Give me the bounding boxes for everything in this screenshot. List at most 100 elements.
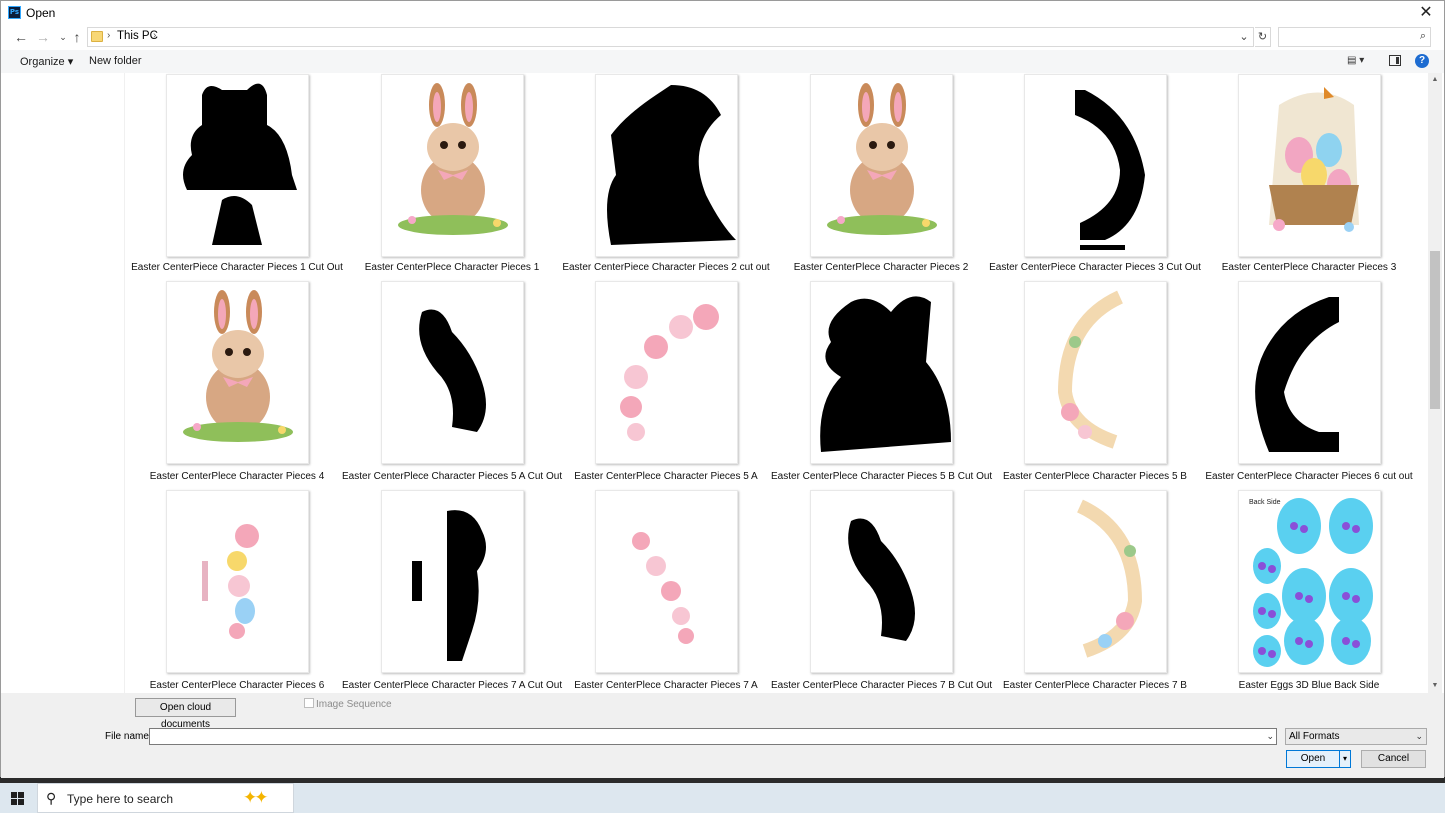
file-name: Easter CenterPlece Character Pieces 5 B … [771,471,993,482]
file-item[interactable]: Easter CenterPlece Character Pieces 6 cu… [1205,281,1413,492]
close-icon[interactable]: ✕ [1414,3,1438,22]
breadcrumb-this-pc[interactable]: This PC [117,30,158,42]
file-thumbnail[interactable] [381,490,524,673]
chevron-right-icon[interactable]: › [153,30,156,41]
file-item[interactable]: Easter CenterPlece Character Pieces 5 B [995,281,1195,492]
file-name: Easter CenterPlece Character Pieces 3 [1221,262,1397,273]
file-name: Easter CenterPlece Character Pieces 1 [364,262,540,273]
file-name: Easter CenterPlece Character Pieces 7 A … [342,680,563,691]
silhouette-thumbnail-image [1255,297,1339,452]
file-item[interactable]: Easter CenterPlece Character Pieces 3 [1209,73,1409,283]
file-name: Easter CenterPiece Character Pieces 3 Cu… [989,262,1201,273]
new-folder-button[interactable]: New folder [89,55,142,67]
file-name: Easter CenterPlece Character Pieces 7 B [1003,680,1187,691]
cancel-button[interactable]: Cancel [1361,750,1426,768]
search-icon: ⚲ [46,790,57,806]
windows-start-icon[interactable] [11,792,24,805]
view-options-icon[interactable]: ▤ ▾ [1347,55,1373,69]
arrow-up-icon[interactable]: ↑ [69,29,85,45]
scroll-up-icon[interactable]: ▲ [1428,73,1442,87]
photoshop-icon: Ps [8,6,21,19]
sparkle-icon: ✦✦ [243,788,268,807]
thumbnail-caption: Back Side [1249,499,1281,506]
file-thumbnail[interactable] [595,74,738,257]
taskbar: ⚲ Type here to search ✦✦ [0,783,1445,813]
open-cloud-documents-button[interactable]: Open cloud documents [135,698,236,730]
file-thumbnail[interactable] [381,74,524,257]
file-thumbnail[interactable] [166,74,309,257]
open-button[interactable]: Open ▾ [1286,750,1351,768]
file-grid: Easter CenterPiece Character Pieces 1 Cu… [126,73,1428,693]
address-row: ← → ⌄ ↑ › This PC › ⌄ ↻ ⌕ [1,25,1444,49]
file-format-value: All Formats [1289,731,1340,742]
basket-thumbnail-image [1269,87,1359,232]
silhouette-thumbnail-image [412,510,486,661]
open-options-icon[interactable]: ▾ [1339,751,1350,767]
search-input[interactable]: ⌕ [1278,27,1431,47]
file-thumbnail[interactable] [810,281,953,464]
search-icon: ⌕ [1419,30,1426,42]
file-thumbnail[interactable] [595,490,738,673]
arrow-right-icon[interactable]: → [35,29,51,45]
footer-panel: Open cloud documents Image Sequence File… [1,693,1444,778]
taskbar-search[interactable]: ⚲ Type here to search ✦✦ [37,783,294,813]
file-name: Easter CenterPlece Character Pieces 5 A … [342,471,563,482]
scroll-thumb[interactable] [1430,251,1440,409]
file-item[interactable]: Easter CenterPlece Character Pieces 1 [352,73,552,283]
file-name: Easter Eggs 3D Blue Back Side [1238,680,1380,691]
file-item[interactable]: Back Side Easter Eggs 3D Blue Back Side [1209,490,1409,693]
file-thumbnail[interactable] [1238,281,1381,464]
silhouette-thumbnail-image [1075,90,1145,250]
navigation-pane[interactable] [7,73,125,693]
chevron-down-icon[interactable]: ⌄ [1266,729,1274,744]
address-bar[interactable]: › This PC › ⌄ [87,27,1254,47]
silhouette-thumbnail-image [820,296,951,452]
file-item[interactable]: Easter CenterPiece Character Pieces 3 Cu… [989,73,1201,283]
file-thumbnail[interactable] [1024,490,1167,673]
file-thumbnail[interactable] [1238,74,1381,257]
file-thumbnail[interactable] [166,281,309,464]
file-item[interactable]: Easter CenterPlece Character Pieces 7 B … [771,490,992,693]
file-thumbnail[interactable] [166,490,309,673]
checkbox-box[interactable] [304,698,314,708]
file-item[interactable]: Easter CenterPiece Character Pieces 2 cu… [562,73,770,283]
file-thumbnail[interactable] [810,74,953,257]
file-item[interactable]: Easter CenterPlece Character Pieces 4 [137,281,337,492]
file-thumbnail[interactable] [381,281,524,464]
command-toolbar: Organize ▾ New folder ▤ ▾ ? [1,50,1444,73]
chevron-down-icon: ⌄ [1415,731,1423,741]
file-item[interactable]: Easter CenterPlece Character Pieces 5 A [566,281,766,492]
refresh-icon[interactable]: ↻ [1255,27,1271,47]
file-thumbnail[interactable] [810,490,953,673]
help-icon[interactable]: ? [1415,54,1429,68]
file-name-input[interactable]: ⌄ [149,728,1277,745]
file-thumbnail[interactable] [1024,74,1167,257]
file-thumbnail[interactable] [595,281,738,464]
file-thumbnail[interactable]: Back Side [1238,490,1381,673]
organize-button[interactable]: Organize ▾ [20,55,73,68]
floral-thumbnail-image [202,524,259,639]
taskbar-search-text: Type here to search [67,792,174,806]
file-item[interactable]: Easter CenterPlece Character Pieces 5 B … [771,281,992,492]
scroll-down-icon[interactable]: ▼ [1428,679,1442,693]
image-sequence-label: Image Sequence [316,699,392,710]
file-format-select[interactable]: All Formats ⌄ [1285,728,1427,745]
file-item[interactable]: Easter CenterPlece Character Pieces 6 [137,490,337,693]
file-name: Easter CenterPlece Character Pieces 6 [149,680,325,691]
silhouette-thumbnail-image [607,85,736,245]
file-name: Easter CenterPlece Character Pieces 5 B [1003,471,1187,482]
file-item[interactable]: Easter CenterPlece Character Pieces 7 A … [342,490,562,693]
file-thumbnail[interactable] [1024,281,1167,464]
vertical-scrollbar[interactable]: ▲ ▼ [1428,73,1442,693]
file-item[interactable]: Easter CenterPlece Character Pieces 7 B [995,490,1195,693]
file-item[interactable]: Easter CenterPlece Character Pieces 5 A … [342,281,562,492]
image-sequence-checkbox[interactable]: Image Sequence [304,698,392,710]
preview-pane-icon[interactable] [1389,55,1401,66]
file-item[interactable]: Easter CenterPlece Character Pieces 2 [781,73,981,283]
file-item[interactable]: Easter CenterPiece Character Pieces 1 Cu… [131,73,343,283]
file-item[interactable]: Easter CenterPlece Character Pieces 7 A [566,490,766,693]
file-name: Easter CenterPlece Character Pieces 5 A [574,471,758,482]
chevron-down-icon[interactable]: ⌄ [1237,29,1251,45]
arrow-left-icon[interactable]: ← [13,29,29,45]
floral-thumbnail-image [620,304,719,441]
